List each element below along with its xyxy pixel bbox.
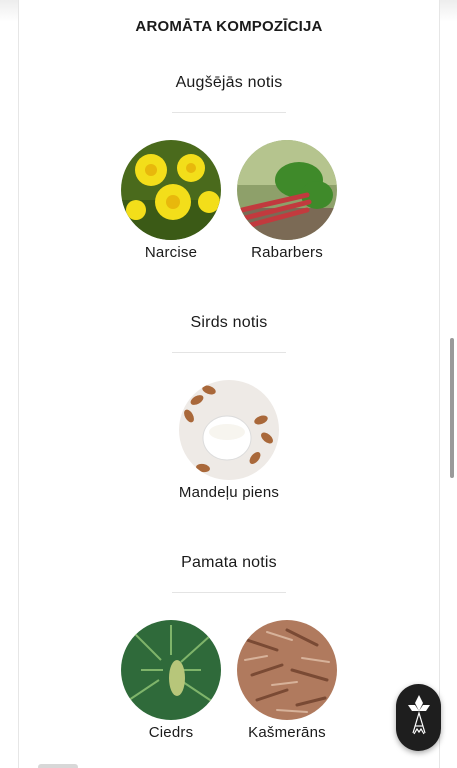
scrollbar-thumb[interactable] bbox=[450, 338, 454, 478]
note-label: Mandeļu piens bbox=[178, 484, 280, 501]
brand-chat-button[interactable] bbox=[396, 684, 441, 751]
divider bbox=[172, 112, 286, 113]
cashmeran-wood-image bbox=[237, 620, 337, 720]
page: AROMĀTA KOMPOZĪCIJA Augšējās notis Narci… bbox=[0, 0, 457, 768]
section-heading: AROMĀTA KOMPOZĪCIJA bbox=[135, 18, 323, 35]
note-label: Rabarbers bbox=[251, 244, 323, 261]
next-section-edge bbox=[38, 764, 78, 768]
note-item-ciedrs[interactable]: Ciedrs bbox=[111, 620, 231, 741]
note-label: Narcise bbox=[144, 244, 198, 261]
fragrance-composition-card: AROMĀTA KOMPOZĪCIJA Augšējās notis Narci… bbox=[18, 0, 440, 768]
note-item-narcise[interactable]: Narcise bbox=[111, 140, 231, 261]
divider bbox=[172, 352, 286, 353]
rhubarb-image bbox=[237, 140, 337, 240]
note-label: Kašmerāns bbox=[248, 724, 326, 741]
group-title-heart-notes: Sirds notis bbox=[190, 314, 268, 331]
note-item-mandelu-piens[interactable]: Mandeļu piens bbox=[169, 380, 289, 501]
note-item-kasmerans[interactable]: Kašmerāns bbox=[227, 620, 347, 741]
almond-milk-image bbox=[179, 380, 279, 480]
group-title-top-notes: Augšējās notis bbox=[175, 74, 283, 91]
note-item-rabarbers[interactable]: Rabarbers bbox=[227, 140, 347, 261]
note-label: Ciedrs bbox=[148, 724, 194, 741]
group-title-base-notes: Pamata notis bbox=[181, 554, 277, 571]
cedar-image bbox=[121, 620, 221, 720]
daffodil-image bbox=[121, 140, 221, 240]
brand-logo-icon bbox=[404, 693, 434, 742]
divider bbox=[172, 592, 286, 593]
